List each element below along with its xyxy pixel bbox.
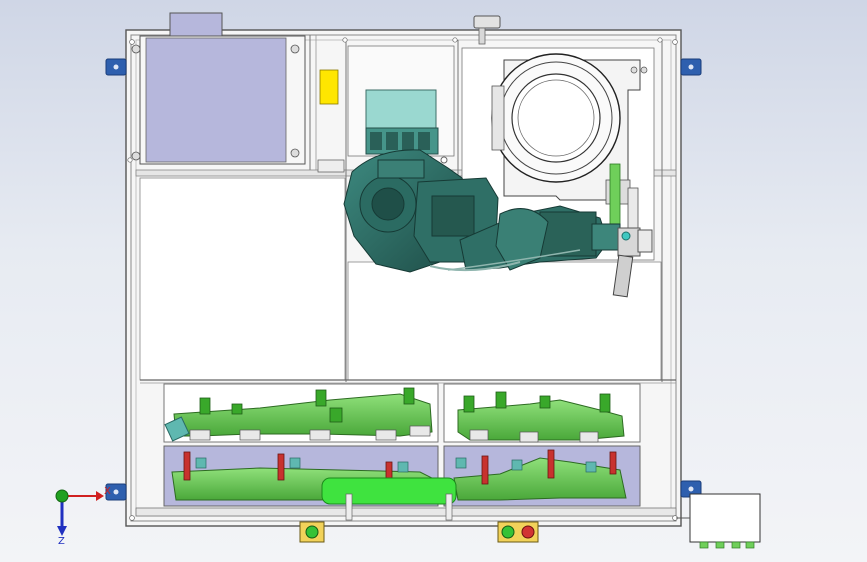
robot-controller	[347, 45, 455, 164]
operator-button-station-left	[299, 521, 325, 543]
yellow-warning-label	[319, 69, 339, 105]
electrical-cabinet	[131, 12, 306, 165]
triad-z-label: Z	[58, 536, 65, 547]
operator-button-station-right	[497, 521, 539, 543]
coordinate-triad: X Z	[55, 486, 111, 547]
fixture-upper-right	[443, 383, 641, 443]
triad-x-label: X	[104, 486, 111, 497]
triad-y-axis	[55, 489, 69, 503]
fixture-upper-left	[163, 383, 439, 443]
junction-box	[676, 493, 761, 549]
fixture-lower-right	[443, 445, 641, 507]
workcell-drawing: X Z	[55, 12, 761, 549]
